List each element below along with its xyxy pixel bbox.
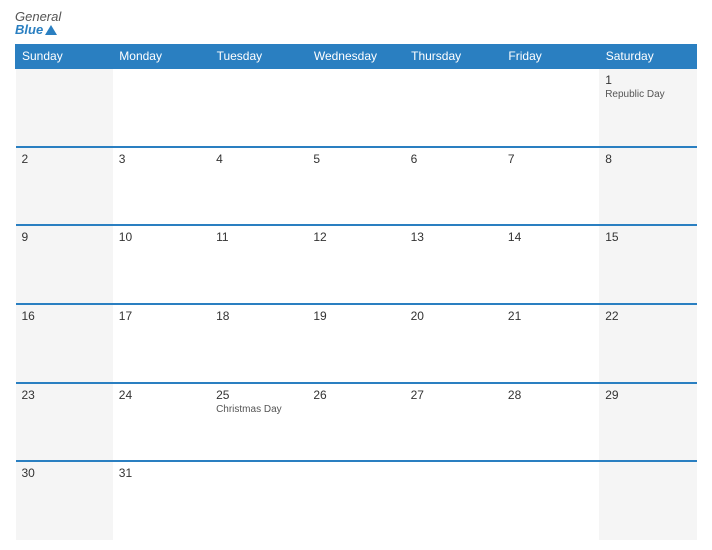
calendar-cell bbox=[405, 461, 502, 540]
day-number: 15 bbox=[605, 230, 690, 244]
week-row-3: 9 10 11 12 13 14 15 bbox=[16, 225, 697, 304]
calendar-cell bbox=[599, 461, 696, 540]
day-number: 21 bbox=[508, 309, 593, 323]
weekday-header-thursday: Thursday bbox=[405, 45, 502, 69]
week-row-6: 30 31 bbox=[16, 461, 697, 540]
weekday-header-wednesday: Wednesday bbox=[307, 45, 404, 69]
day-number: 22 bbox=[605, 309, 690, 323]
calendar-cell: 12 bbox=[307, 225, 404, 304]
day-number: 2 bbox=[22, 152, 107, 166]
calendar-cell: 1 Republic Day bbox=[599, 68, 696, 147]
calendar-cell: 8 bbox=[599, 147, 696, 226]
calendar-cell: 9 bbox=[16, 225, 113, 304]
holiday-name: Christmas Day bbox=[216, 404, 301, 415]
calendar-cell bbox=[502, 461, 599, 540]
calendar-cell: 19 bbox=[307, 304, 404, 383]
day-number: 6 bbox=[411, 152, 496, 166]
calendar-cell bbox=[405, 68, 502, 147]
calendar-cell bbox=[210, 461, 307, 540]
week-row-1: 1 Republic Day bbox=[16, 68, 697, 147]
calendar-cell: 21 bbox=[502, 304, 599, 383]
day-number: 19 bbox=[313, 309, 398, 323]
calendar-cell: 15 bbox=[599, 225, 696, 304]
calendar-cell: 4 bbox=[210, 147, 307, 226]
logo-triangle-icon bbox=[45, 25, 57, 35]
calendar-cell: 17 bbox=[113, 304, 210, 383]
day-number: 23 bbox=[22, 388, 107, 402]
day-number: 14 bbox=[508, 230, 593, 244]
calendar-cell: 16 bbox=[16, 304, 113, 383]
day-number: 3 bbox=[119, 152, 204, 166]
week-row-5: 23 24 25 Christmas Day 26 27 28 29 bbox=[16, 383, 697, 462]
calendar-cell: 31 bbox=[113, 461, 210, 540]
calendar-cell: 14 bbox=[502, 225, 599, 304]
calendar-cell: 7 bbox=[502, 147, 599, 226]
calendar-cell bbox=[307, 461, 404, 540]
calendar-table: SundayMondayTuesdayWednesdayThursdayFrid… bbox=[15, 44, 697, 540]
day-number: 28 bbox=[508, 388, 593, 402]
calendar-cell: 10 bbox=[113, 225, 210, 304]
day-number: 27 bbox=[411, 388, 496, 402]
weekday-header-tuesday: Tuesday bbox=[210, 45, 307, 69]
logo: General Blue bbox=[15, 10, 61, 36]
weekday-header-friday: Friday bbox=[502, 45, 599, 69]
day-number: 17 bbox=[119, 309, 204, 323]
day-number: 5 bbox=[313, 152, 398, 166]
day-number: 9 bbox=[22, 230, 107, 244]
calendar-cell: 29 bbox=[599, 383, 696, 462]
weekday-header-saturday: Saturday bbox=[599, 45, 696, 69]
calendar-cell: 6 bbox=[405, 147, 502, 226]
holiday-name: Republic Day bbox=[605, 89, 690, 100]
calendar-cell: 22 bbox=[599, 304, 696, 383]
calendar-cell: 5 bbox=[307, 147, 404, 226]
day-number: 4 bbox=[216, 152, 301, 166]
calendar-cell bbox=[16, 68, 113, 147]
calendar-cell: 3 bbox=[113, 147, 210, 226]
day-number: 30 bbox=[22, 466, 107, 480]
day-number: 8 bbox=[605, 152, 690, 166]
day-number: 7 bbox=[508, 152, 593, 166]
calendar-cell: 11 bbox=[210, 225, 307, 304]
calendar-cell bbox=[210, 68, 307, 147]
week-row-2: 2345678 bbox=[16, 147, 697, 226]
weekday-header-monday: Monday bbox=[113, 45, 210, 69]
calendar-cell: 30 bbox=[16, 461, 113, 540]
day-number: 12 bbox=[313, 230, 398, 244]
day-number: 1 bbox=[605, 73, 690, 87]
calendar-cell: 20 bbox=[405, 304, 502, 383]
day-number: 20 bbox=[411, 309, 496, 323]
calendar-cell bbox=[502, 68, 599, 147]
day-number: 10 bbox=[119, 230, 204, 244]
weekday-header-row: SundayMondayTuesdayWednesdayThursdayFrid… bbox=[16, 45, 697, 69]
calendar-cell: 24 bbox=[113, 383, 210, 462]
day-number: 11 bbox=[216, 230, 301, 244]
calendar-cell: 26 bbox=[307, 383, 404, 462]
day-number: 24 bbox=[119, 388, 204, 402]
day-number: 13 bbox=[411, 230, 496, 244]
calendar-cell: 27 bbox=[405, 383, 502, 462]
day-number: 25 bbox=[216, 388, 301, 402]
calendar-cell: 18 bbox=[210, 304, 307, 383]
calendar-cell bbox=[113, 68, 210, 147]
header: General Blue bbox=[15, 10, 697, 44]
day-number: 18 bbox=[216, 309, 301, 323]
day-number: 26 bbox=[313, 388, 398, 402]
calendar-cell: 23 bbox=[16, 383, 113, 462]
calendar-cell: 25 Christmas Day bbox=[210, 383, 307, 462]
week-row-4: 16 17 18 19 20 21 22 bbox=[16, 304, 697, 383]
calendar-cell: 13 bbox=[405, 225, 502, 304]
calendar-cell: 2 bbox=[16, 147, 113, 226]
day-number: 16 bbox=[22, 309, 107, 323]
weekday-header-sunday: Sunday bbox=[16, 45, 113, 69]
logo-blue-text: Blue bbox=[15, 23, 43, 36]
calendar-cell: 28 bbox=[502, 383, 599, 462]
calendar-cell bbox=[307, 68, 404, 147]
day-number: 29 bbox=[605, 388, 690, 402]
day-number: 31 bbox=[119, 466, 204, 480]
